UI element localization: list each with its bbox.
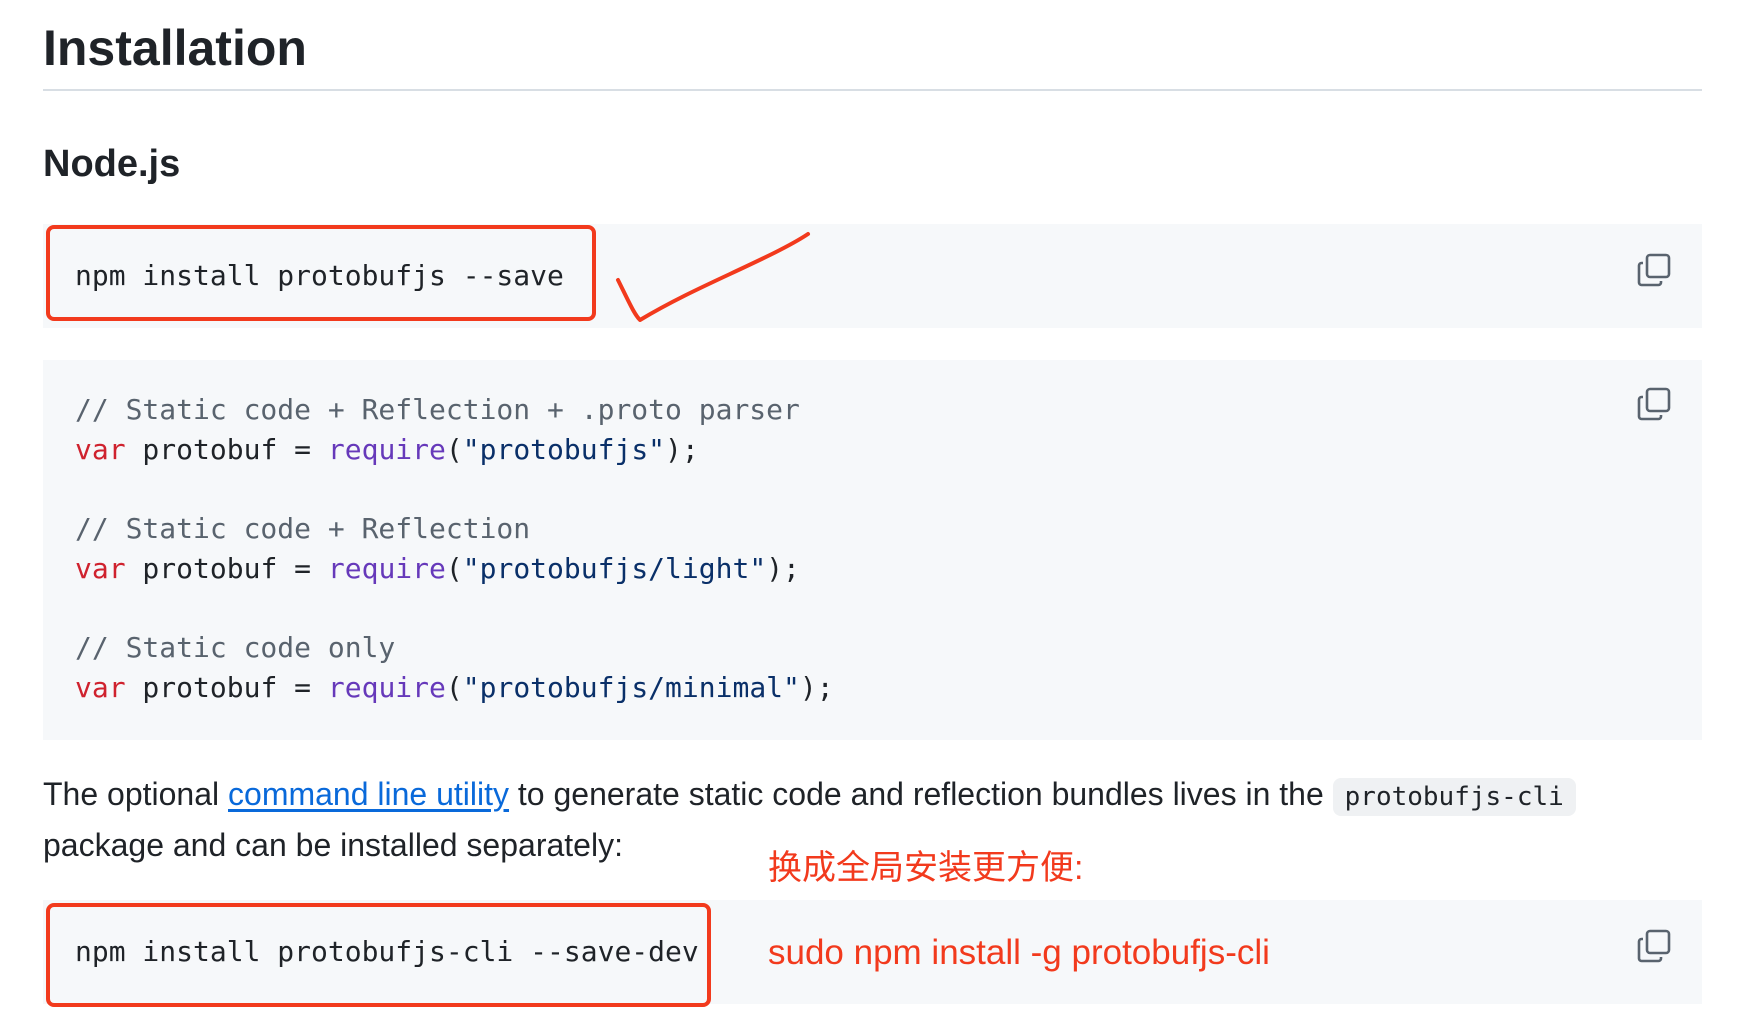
code-comment-line: // Static code + Reflection + .proto par… — [75, 393, 800, 426]
code-require-line: var protobuf = require("protobufjs/minim… — [75, 671, 834, 704]
code-block-install: npm install protobufjs --save — [43, 224, 1702, 328]
code-require-line: var protobuf = require("protobufjs"); — [75, 433, 699, 466]
copy-icon — [1637, 253, 1671, 287]
annotation-note-global-install: 换成全局安装更方便: — [768, 849, 1084, 887]
code-line-install: npm install protobufjs --save — [75, 259, 564, 292]
copy-button-install[interactable] — [1636, 252, 1672, 288]
heading-divider — [43, 89, 1702, 91]
annotation-alt-command: sudo npm install -g protobufjs-cli — [768, 933, 1270, 972]
code-block-usage: // Static code + Reflection + .proto par… — [43, 360, 1702, 740]
copy-button-cli[interactable] — [1636, 928, 1672, 964]
copy-button-usage[interactable] — [1636, 386, 1672, 422]
section-heading-nodejs: Node.js — [43, 143, 181, 185]
command-line-utility-link[interactable]: command line utility — [228, 776, 509, 812]
code-require-line: var protobuf = require("protobufjs/light… — [75, 552, 800, 585]
code-comment-line: // Static code only — [75, 631, 396, 664]
page-heading-installation: Installation — [43, 20, 307, 76]
inline-code-protobufjs-cli: protobufjs-cli — [1332, 778, 1576, 816]
code-line-cli-install: npm install protobufjs-cli --save-dev — [75, 935, 699, 968]
copy-icon — [1637, 929, 1671, 963]
copy-icon — [1637, 387, 1671, 421]
checkmark-annotation-icon — [616, 232, 810, 322]
code-comment-line: // Static code + Reflection — [75, 512, 531, 545]
